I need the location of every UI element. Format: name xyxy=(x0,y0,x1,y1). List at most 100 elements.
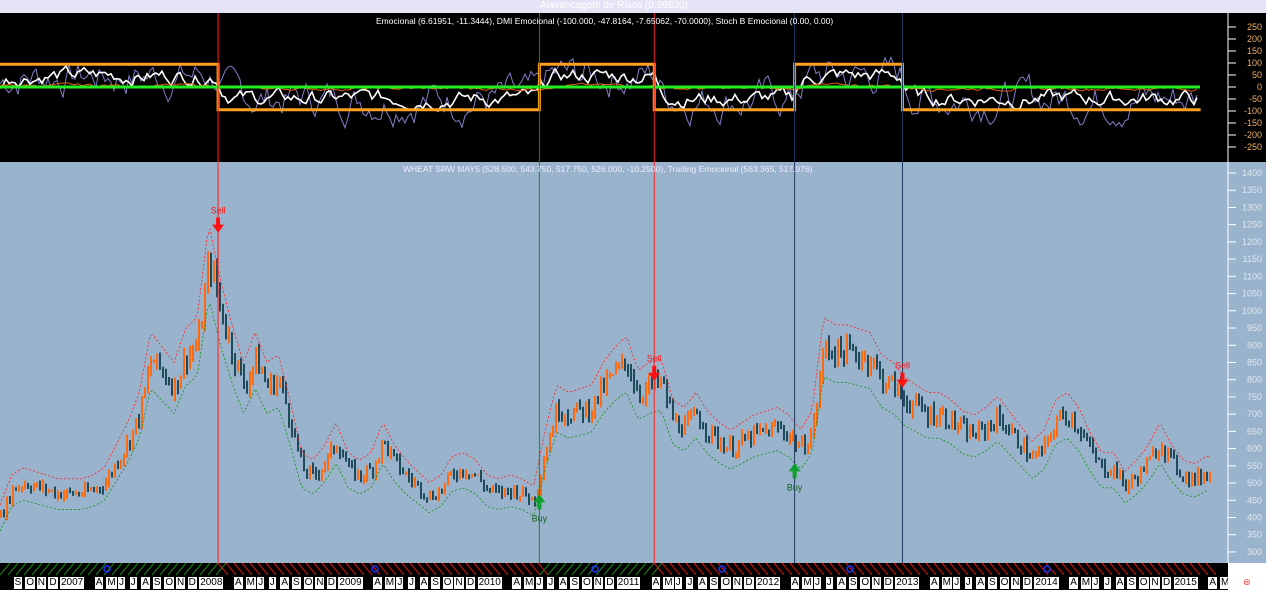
hatch-stroke xyxy=(529,563,541,575)
month-label: D xyxy=(883,577,893,589)
hatch-stroke xyxy=(733,563,745,575)
month-label: N xyxy=(872,577,882,589)
hatch-stroke xyxy=(175,563,187,575)
y-tick-label: 800 xyxy=(1247,375,1262,385)
hatch-stroke xyxy=(821,563,833,575)
y-tick-label: 200 xyxy=(1247,34,1262,44)
month-label: J xyxy=(1104,577,1111,589)
hatch-stroke xyxy=(63,563,75,575)
hatch-stroke xyxy=(563,563,575,575)
hatch-stroke xyxy=(417,563,429,575)
time-axis: S O N D 2007 A M J J A S O N D 2008 A M J J A S O N D 2009 A M J J A S… xyxy=(0,575,1239,590)
hatch-stroke xyxy=(949,563,961,575)
hatch-stroke xyxy=(353,563,365,575)
hatch-stroke xyxy=(853,563,865,575)
month-label: J xyxy=(129,577,137,589)
y-tick-label: -50 xyxy=(1249,94,1262,104)
hatch-stroke xyxy=(441,563,453,575)
hatch-stroke xyxy=(765,563,777,575)
month-label: N xyxy=(36,577,47,589)
risk-leverage-title: Alavancagem de Risco (0.99820) xyxy=(540,0,688,11)
hatch-stroke xyxy=(571,563,583,575)
month-label: J xyxy=(257,577,265,589)
month-label: O xyxy=(582,577,592,589)
hatch-stroke xyxy=(757,563,769,575)
month-label: A xyxy=(1069,577,1078,589)
month-label: 2007 xyxy=(60,577,85,589)
month-label: S xyxy=(570,577,580,589)
hatch-stroke xyxy=(1165,563,1177,575)
hatch-stroke xyxy=(909,563,921,575)
y-tick-label: 450 xyxy=(1247,495,1262,505)
month-label: O xyxy=(999,577,1010,589)
month-label: J xyxy=(268,577,276,589)
hatch-stroke xyxy=(433,563,445,575)
month-label: A xyxy=(419,577,429,589)
hatch-stroke xyxy=(71,563,83,575)
sell-label: Sell xyxy=(895,361,910,371)
month-label: J xyxy=(118,577,125,589)
month-label: J xyxy=(814,577,821,589)
hatch-stroke xyxy=(119,563,131,575)
hatch-stroke xyxy=(997,563,1009,575)
hatch-stroke xyxy=(241,563,253,575)
month-label: N xyxy=(454,577,464,589)
month-label: A xyxy=(141,577,150,589)
corner: ⊜ xyxy=(1228,563,1266,590)
hatch-stroke xyxy=(901,563,913,575)
hatch-stroke xyxy=(257,563,269,575)
hatch-stroke xyxy=(79,563,91,575)
hatch-stroke xyxy=(813,563,825,575)
month-label: 2012 xyxy=(756,577,781,589)
month-label: J xyxy=(396,577,404,589)
month-label: O xyxy=(25,577,35,589)
hatch-stroke xyxy=(377,563,389,575)
hatch-stroke xyxy=(473,563,485,575)
month-label: A xyxy=(1115,577,1125,589)
y-tick-label: 1250 xyxy=(1242,220,1262,230)
month-label: J xyxy=(964,577,972,589)
hatch-stroke xyxy=(39,563,51,575)
month-label: S xyxy=(431,577,440,589)
hatch-stroke xyxy=(741,563,753,575)
month-label: S xyxy=(709,577,719,589)
month-label: 2014 xyxy=(1034,577,1059,589)
hatch-stroke xyxy=(215,563,227,575)
y-tick-label: 1200 xyxy=(1242,237,1262,247)
month-label: A xyxy=(234,577,243,589)
hatch-stroke xyxy=(207,563,219,575)
price-pane[interactable]: 1400 1350 1300 1250 1200 1150 1100 1050 1000 950 9… xyxy=(0,162,1266,563)
y-tick-label: -250 xyxy=(1244,142,1262,152)
month-label: S xyxy=(152,577,162,589)
month-label: 2015 xyxy=(1173,577,1198,589)
hatch-stroke xyxy=(449,563,461,575)
hatch-stroke xyxy=(457,563,469,575)
month-label: O xyxy=(1138,577,1149,589)
oscillator-line-white xyxy=(0,64,1198,113)
month-label: A xyxy=(373,577,382,589)
sell-label: Sell xyxy=(211,206,226,216)
hatch-stroke xyxy=(1037,563,1049,575)
hatch-stroke xyxy=(385,563,397,575)
hatch-stroke xyxy=(861,563,873,575)
month-label: D xyxy=(187,577,197,589)
month-label: J xyxy=(674,577,682,589)
hatch-stroke xyxy=(1021,563,1033,575)
month-label: M xyxy=(802,577,813,589)
hatch-stroke xyxy=(611,563,623,575)
hatch-stroke xyxy=(1117,563,1129,575)
hatch-stroke xyxy=(159,563,171,575)
hatch-stroke xyxy=(725,563,737,575)
month-label: D xyxy=(326,577,337,589)
hatch-stroke xyxy=(693,563,705,575)
hatch-stroke xyxy=(989,563,1001,575)
cycle-marker xyxy=(846,565,854,573)
y-tick-label: 50 xyxy=(1252,70,1262,80)
hatch-stroke xyxy=(635,563,647,575)
hatch-stroke xyxy=(111,563,123,575)
hatch-stroke xyxy=(925,563,937,575)
oscillator-pane[interactable]: 250 200 150 100 50 0 -50 -100 -150 -200 -250 Emoci… xyxy=(0,13,1266,162)
y-tick-label: 1100 xyxy=(1243,271,1262,281)
y-tick-label: -100 xyxy=(1244,106,1262,116)
hatch-stroke xyxy=(337,563,349,575)
